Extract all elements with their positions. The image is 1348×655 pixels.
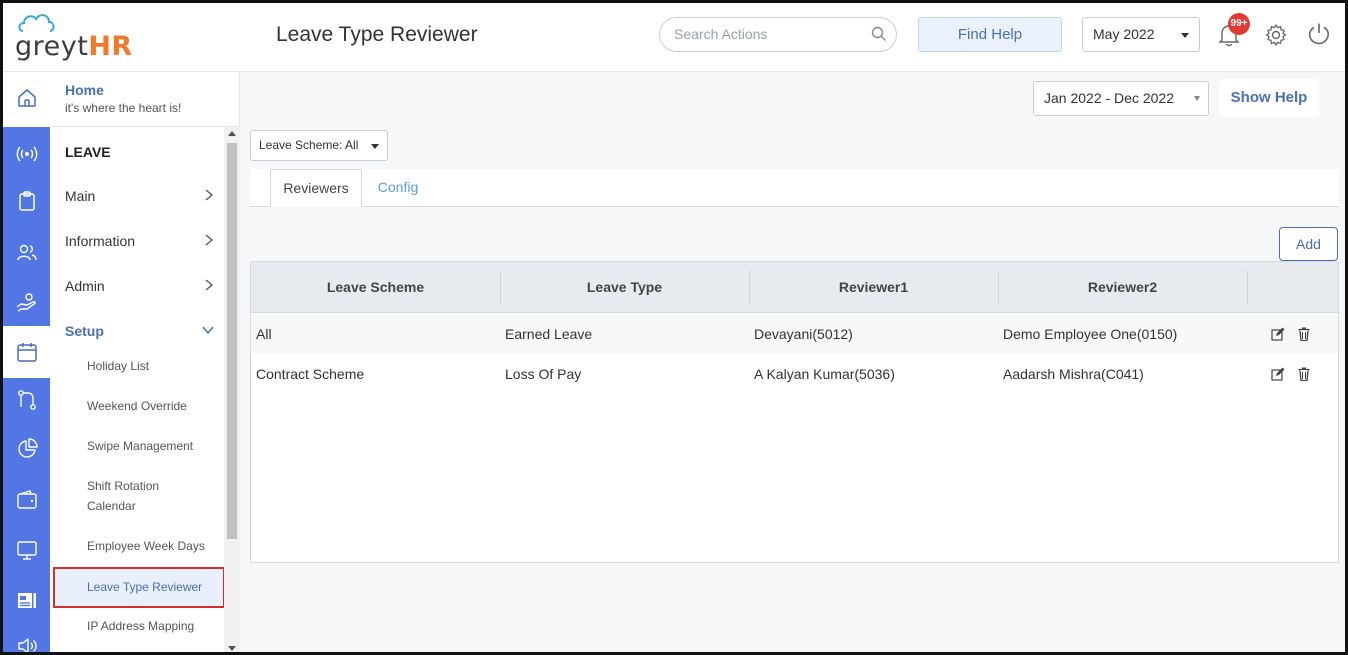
- nav-item-setup[interactable]: Setup: [65, 323, 215, 339]
- table-row: All Earned Leave Devayani(5012) Demo Emp…: [251, 314, 1338, 354]
- notification-badge[interactable]: 99+: [1228, 13, 1250, 35]
- calendar-icon[interactable]: [15, 340, 39, 364]
- nav-item-admin[interactable]: Admin: [65, 278, 215, 294]
- trash-icon[interactable]: [1298, 367, 1310, 386]
- month-value: May 2022: [1093, 26, 1155, 42]
- nav-item-label: Information: [65, 233, 136, 249]
- chevron-down-icon: [201, 323, 215, 339]
- edit-icon[interactable]: [1271, 367, 1285, 386]
- git-branch-icon[interactable]: [15, 388, 39, 412]
- app-window: greytHR Leave Type Reviewer Find Help Ma…: [0, 0, 1348, 655]
- trash-icon[interactable]: [1298, 327, 1310, 346]
- nav-sub-weekend-override[interactable]: Weekend Override: [87, 396, 217, 416]
- search-input[interactable]: [674, 26, 864, 42]
- caret-down-icon: [371, 144, 379, 149]
- nav-sub-leave-type-reviewer[interactable]: Leave Type Reviewer: [53, 567, 225, 608]
- search-icon[interactable]: [871, 26, 887, 47]
- leave-nav-panel: Home it's where the heart is! LEAVE Main…: [50, 72, 240, 652]
- show-help-button[interactable]: Show Help: [1219, 79, 1319, 117]
- nav-home-subtitle: it's where the heart is!: [65, 101, 182, 115]
- scroll-thumb[interactable]: [227, 143, 237, 539]
- column-header-leave-type[interactable]: Leave Type: [500, 262, 749, 313]
- caret-down-icon: [1194, 96, 1200, 101]
- column-divider: [1247, 271, 1248, 304]
- nav-sub-shift-rotation-calendar[interactable]: Shift Rotation Calendar: [87, 476, 197, 516]
- nav-home-title[interactable]: Home: [65, 82, 104, 98]
- broadcast-icon[interactable]: [15, 142, 39, 166]
- users-icon[interactable]: [15, 240, 39, 264]
- speaker-icon[interactable]: [15, 634, 39, 652]
- nav-item-main[interactable]: Main: [65, 188, 215, 204]
- chevron-right-icon: [203, 188, 215, 205]
- leave-scheme-filter-value: Leave Scheme: All: [259, 138, 359, 152]
- greythr-logo[interactable]: greytHR: [13, 11, 132, 63]
- scroll-up-arrow-icon[interactable]: [228, 131, 236, 136]
- column-header-reviewer2[interactable]: Reviewer2: [998, 262, 1247, 313]
- monitor-icon[interactable]: [15, 538, 39, 562]
- nav-sub-holiday-list[interactable]: Holiday List: [87, 356, 217, 376]
- logo-text-right: HR: [88, 31, 133, 62]
- reviewers-table: Leave Scheme Leave Type Reviewer1 Review…: [250, 261, 1339, 563]
- nav-sub-ip-address-mapping[interactable]: IP Address Mapping: [87, 616, 217, 636]
- month-select[interactable]: May 2022: [1082, 17, 1200, 52]
- nav-item-label: Admin: [65, 278, 105, 294]
- nav-sub-employee-week-days[interactable]: Employee Week Days: [87, 536, 217, 556]
- leave-scheme-filter[interactable]: Leave Scheme: All: [250, 130, 388, 161]
- table-header: Leave Scheme Leave Type Reviewer1 Review…: [251, 262, 1338, 313]
- page-title: Leave Type Reviewer: [276, 23, 478, 46]
- home-icon[interactable]: [15, 86, 39, 110]
- nav-item-label: Setup: [65, 323, 104, 339]
- nav-item-label: Main: [65, 188, 96, 204]
- cell-leave-type: Loss Of Pay: [505, 366, 582, 382]
- pie-chart-icon[interactable]: [15, 437, 39, 461]
- search-box[interactable]: [659, 17, 897, 52]
- cell-reviewer1: Devayani(5012): [754, 326, 853, 342]
- clipboard-icon[interactable]: [15, 189, 39, 213]
- gear-icon[interactable]: [1264, 23, 1288, 52]
- nav-section-title: LEAVE: [65, 144, 111, 160]
- power-icon[interactable]: [1306, 21, 1332, 52]
- cell-reviewer1: A Kalyan Kumar(5036): [754, 366, 895, 382]
- tab-reviewers[interactable]: Reviewers: [270, 169, 362, 207]
- date-range-select[interactable]: Jan 2022 - Dec 2022: [1033, 81, 1209, 116]
- column-header-reviewer1[interactable]: Reviewer1: [749, 262, 998, 313]
- logo-wordmark: greytHR: [15, 31, 133, 62]
- chevron-right-icon: [203, 233, 215, 250]
- top-header: greytHR Leave Type Reviewer Find Help Ma…: [3, 3, 1345, 72]
- id-card-icon[interactable]: [15, 588, 39, 612]
- cell-reviewer2: Demo Employee One(0150): [1003, 326, 1178, 342]
- logo-text-left: greyt: [15, 31, 89, 62]
- column-header-leave-scheme[interactable]: Leave Scheme: [251, 262, 500, 313]
- add-button[interactable]: Add: [1279, 227, 1338, 261]
- table-row: Contract Scheme Loss Of Pay A Kalyan Kum…: [251, 354, 1338, 394]
- tab-bar: Reviewers Config: [250, 169, 1339, 207]
- date-range-value: Jan 2022 - Dec 2022: [1044, 90, 1174, 106]
- wallet-icon[interactable]: [15, 488, 39, 512]
- tab-config[interactable]: Config: [362, 169, 434, 207]
- cell-reviewer2: Aadarsh Mishra(C041): [1003, 366, 1144, 382]
- chevron-right-icon: [203, 278, 215, 295]
- nav-item-information[interactable]: Information: [65, 233, 215, 249]
- nav-scrollbar[interactable]: [224, 127, 240, 652]
- scroll-down-arrow-icon[interactable]: [228, 646, 236, 651]
- hand-giving-icon[interactable]: [15, 290, 39, 314]
- find-help-button[interactable]: Find Help: [918, 17, 1062, 52]
- cell-leave-scheme: Contract Scheme: [256, 366, 365, 382]
- icon-rail: [3, 72, 50, 652]
- nav-home[interactable]: Home it's where the heart is!: [50, 72, 239, 127]
- edit-icon[interactable]: [1271, 327, 1285, 346]
- nav-sub-swipe-management[interactable]: Swipe Management: [87, 436, 217, 456]
- cloud-icon: [18, 14, 55, 32]
- cell-leave-scheme: All: [256, 326, 272, 342]
- cell-leave-type: Earned Leave: [505, 326, 593, 342]
- caret-down-icon: [1181, 33, 1189, 38]
